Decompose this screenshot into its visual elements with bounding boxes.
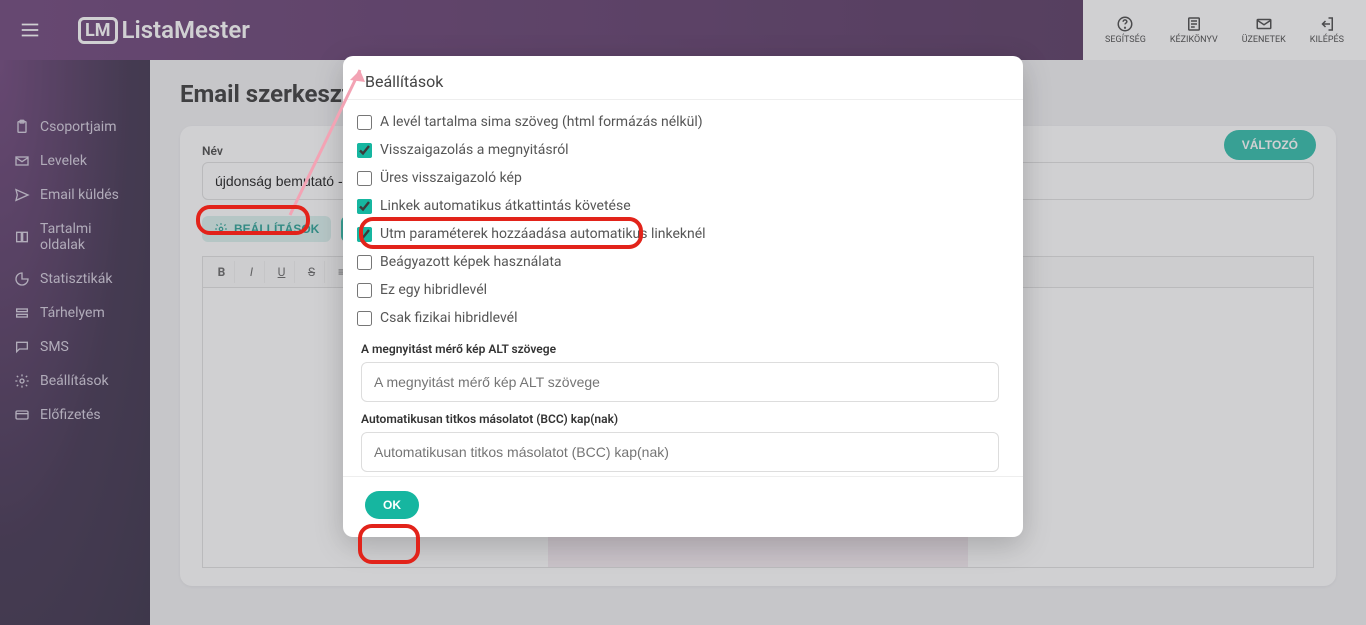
modal-checkbox-row[interactable]: Ez egy hibridlevél bbox=[353, 276, 1005, 304]
checkbox-label: A levél tartalma sima szöveg (html formá… bbox=[380, 114, 703, 130]
checkbox[interactable] bbox=[357, 115, 372, 130]
bcc-input[interactable] bbox=[361, 432, 999, 472]
checkbox[interactable] bbox=[357, 199, 372, 214]
checkbox[interactable] bbox=[357, 171, 372, 186]
checkbox-label: Utm paraméterek hozzáadása automatikus l… bbox=[380, 226, 706, 242]
alt-text-input[interactable] bbox=[361, 362, 999, 402]
settings-modal: Beállítások A levél tartalma sima szöveg… bbox=[343, 56, 1023, 537]
ok-button[interactable]: OK bbox=[365, 491, 419, 519]
checkbox-label: Ez egy hibridlevél bbox=[380, 282, 487, 298]
modal-title: Beállítások bbox=[343, 56, 1023, 100]
checkbox-label: Linkek automatikus átkattintás követése bbox=[380, 198, 631, 214]
checkbox-label: Visszaigazolás a megnyitásról bbox=[380, 142, 569, 158]
alt-text-label: A megnyitást mérő kép ALT szövege bbox=[361, 342, 1005, 356]
checkbox[interactable] bbox=[357, 283, 372, 298]
bcc-label: Automatikusan titkos másolatot (BCC) kap… bbox=[361, 412, 1005, 426]
checkbox[interactable] bbox=[357, 255, 372, 270]
modal-checkbox-row[interactable]: Linkek automatikus átkattintás követése bbox=[353, 192, 1005, 220]
checkbox-label: Beágyazott képek használata bbox=[380, 254, 562, 270]
checkbox[interactable] bbox=[357, 311, 372, 326]
checkbox-label: Üres visszaigazoló kép bbox=[380, 170, 522, 186]
modal-checkbox-row[interactable]: Csak fizikai hibridlevél bbox=[353, 304, 1005, 332]
checkbox-label: Csak fizikai hibridlevél bbox=[380, 310, 518, 326]
modal-checkbox-row[interactable]: Utm paraméterek hozzáadása automatikus l… bbox=[353, 220, 1005, 248]
modal-checkbox-row[interactable]: Üres visszaigazoló kép bbox=[353, 164, 1005, 192]
modal-footer: OK bbox=[343, 476, 1023, 537]
modal-checkbox-row[interactable]: Beágyazott képek használata bbox=[353, 248, 1005, 276]
modal-checkbox-row[interactable]: A levél tartalma sima szöveg (html formá… bbox=[353, 108, 1005, 136]
modal-body: A levél tartalma sima szöveg (html formá… bbox=[343, 100, 1023, 476]
modal-checkbox-row[interactable]: Visszaigazolás a megnyitásról bbox=[353, 136, 1005, 164]
checkbox[interactable] bbox=[357, 143, 372, 158]
checkbox[interactable] bbox=[357, 227, 372, 242]
